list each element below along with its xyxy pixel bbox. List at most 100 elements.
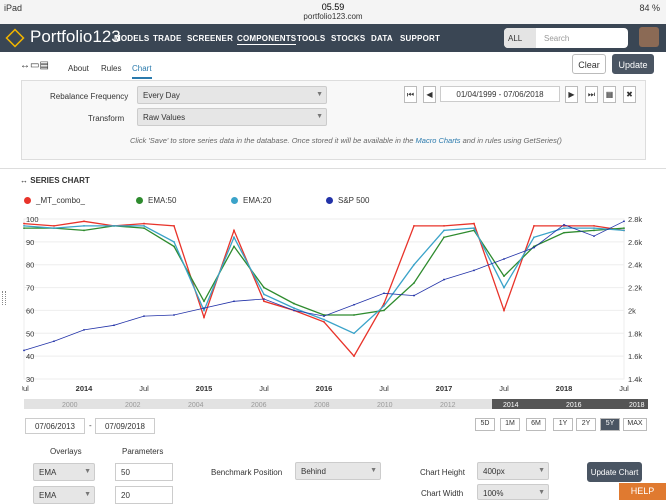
data-point xyxy=(23,227,25,230)
search-scope[interactable]: ALL xyxy=(504,28,536,48)
data-point xyxy=(563,227,565,230)
nav-stocks[interactable]: STOCKS xyxy=(331,34,365,43)
data-point xyxy=(293,302,295,305)
navigator-tick-label: 2012 xyxy=(440,402,456,409)
drag-handle[interactable] xyxy=(2,291,6,305)
calendar-icon[interactable]: ▦ xyxy=(603,86,616,103)
prev-date-button[interactable]: ◀ xyxy=(423,86,436,103)
data-point xyxy=(353,303,355,306)
series-chart[interactable]: 100 90 80 70 60 50 40 30 2.8k 2.6k 2.4k 2.2k 2k 1.8k 1… xyxy=(22,211,650,411)
right-tick-label: 2.8k xyxy=(628,215,642,224)
legend-dot-icon xyxy=(326,197,333,205)
data-point xyxy=(323,320,325,323)
parameter-input[interactable]: 50 xyxy=(115,463,173,481)
period-button-5y[interactable]: 5Y xyxy=(600,418,620,431)
brand-logo[interactable]: Portfolio123 xyxy=(5,27,121,48)
range-to-field[interactable]: 07/09/2018 xyxy=(95,418,155,434)
macro-charts-link[interactable]: Macro Charts xyxy=(416,136,461,145)
data-point xyxy=(233,300,235,303)
navigator-tick-label: 2008 xyxy=(314,402,330,409)
nav-components[interactable]: COMPONENTS xyxy=(237,34,297,45)
x-tick-label: Jul xyxy=(259,384,269,393)
data-point xyxy=(593,227,595,230)
data-point xyxy=(623,227,625,230)
data-point xyxy=(173,314,175,316)
overlay-select[interactable]: EMA ▼ xyxy=(33,486,95,504)
data-point xyxy=(203,300,205,303)
right-tick-label: 2k xyxy=(628,306,636,315)
resize-icon[interactable]: ↔▭▤ xyxy=(20,60,49,71)
period-button-5d[interactable]: 5D xyxy=(475,418,495,431)
legend-item[interactable]: _MT_combo_ xyxy=(24,196,85,205)
overlay-select[interactable]: EMA ▼ xyxy=(33,463,95,481)
right-tick-label: 2.6k xyxy=(628,238,642,247)
last-date-button[interactable]: ⏭ xyxy=(585,86,598,103)
period-button-2y[interactable]: 2Y xyxy=(576,418,596,431)
data-point xyxy=(83,224,85,227)
help-button[interactable]: HELP xyxy=(619,483,666,500)
data-point xyxy=(503,286,505,289)
data-point xyxy=(113,224,115,227)
data-point xyxy=(23,224,25,227)
data-point xyxy=(263,298,265,300)
update-chart-button[interactable]: Update Chart xyxy=(587,462,642,482)
date-range-field[interactable]: 01/04/1999 - 07/06/2018 xyxy=(440,86,560,102)
rebalance-label: Rebalance Frequency xyxy=(50,92,129,101)
range-from-field[interactable]: 07/06/2013 xyxy=(25,418,85,434)
search-box[interactable]: ALL Search xyxy=(504,28,628,48)
legend-item[interactable]: S&P 500 xyxy=(326,196,369,205)
data-point xyxy=(623,229,625,232)
x-tick-label: Jul xyxy=(619,384,629,393)
search-input[interactable]: Search xyxy=(544,34,569,43)
data-point xyxy=(83,220,85,223)
tab-about[interactable]: About xyxy=(68,64,89,73)
navigator-tick-label: 2004 xyxy=(188,402,204,409)
chart-width-select[interactable]: 100% ▼ xyxy=(477,484,549,500)
tab-rules[interactable]: Rules xyxy=(101,64,121,73)
data-point xyxy=(623,220,625,223)
data-point xyxy=(503,309,505,312)
parameter-input[interactable]: 20 xyxy=(115,486,173,504)
nav-support[interactable]: SUPPORT xyxy=(400,34,440,43)
period-button-1m[interactable]: 1M xyxy=(500,418,520,431)
data-point xyxy=(473,269,475,272)
url-bar[interactable]: portfolio123.com xyxy=(0,12,666,21)
period-button-6m[interactable]: 6M xyxy=(526,418,546,431)
data-point xyxy=(563,223,565,226)
nav-models[interactable]: MODELS xyxy=(114,34,149,43)
update-button[interactable]: Update xyxy=(612,54,654,74)
data-point xyxy=(233,236,235,239)
nav-data[interactable]: DATA xyxy=(371,34,393,43)
period-button-max[interactable]: MAX xyxy=(623,418,647,431)
nav-tools[interactable]: TOOLS xyxy=(297,34,325,43)
rebalance-select[interactable]: Every Day ▼ xyxy=(137,86,327,104)
benchmark-select[interactable]: Behind ▼ xyxy=(295,462,381,480)
x-tick-label: Jul xyxy=(379,384,389,393)
battery-indicator: 84 % xyxy=(639,3,660,13)
data-point xyxy=(443,224,445,227)
data-point xyxy=(413,224,415,227)
next-date-button[interactable]: ▶ xyxy=(565,86,578,103)
data-point xyxy=(413,282,415,284)
data-point xyxy=(293,307,295,310)
nav-screener[interactable]: SCREENER xyxy=(187,34,233,43)
right-tick-label: 2.4k xyxy=(628,261,642,270)
chart-height-select[interactable]: 400px ▼ xyxy=(477,462,549,480)
data-point xyxy=(23,222,25,225)
close-icon[interactable]: ✖ xyxy=(623,86,636,103)
chart-width-label: Chart Width xyxy=(421,489,464,498)
legend-item[interactable]: EMA:50 xyxy=(136,196,176,205)
period-button-1y[interactable]: 1Y xyxy=(553,418,573,431)
navigator-tick-label: 2000 xyxy=(62,402,78,409)
clear-button[interactable]: Clear xyxy=(572,54,606,74)
tab-chart[interactable]: Chart xyxy=(132,64,152,79)
nav-trade[interactable]: TRADE xyxy=(153,34,182,43)
tab-bar: ↔▭▤ About Rules Chart xyxy=(18,58,658,79)
first-date-button[interactable]: ⏮ xyxy=(404,86,417,103)
avatar[interactable] xyxy=(639,27,659,47)
legend-item[interactable]: EMA:20 xyxy=(231,196,271,205)
navigator-tick-label: 2006 xyxy=(251,402,267,409)
data-point xyxy=(53,340,55,343)
expand-icon[interactable]: ↔ xyxy=(20,176,28,185)
transform-select[interactable]: Raw Values ▼ xyxy=(137,108,327,126)
